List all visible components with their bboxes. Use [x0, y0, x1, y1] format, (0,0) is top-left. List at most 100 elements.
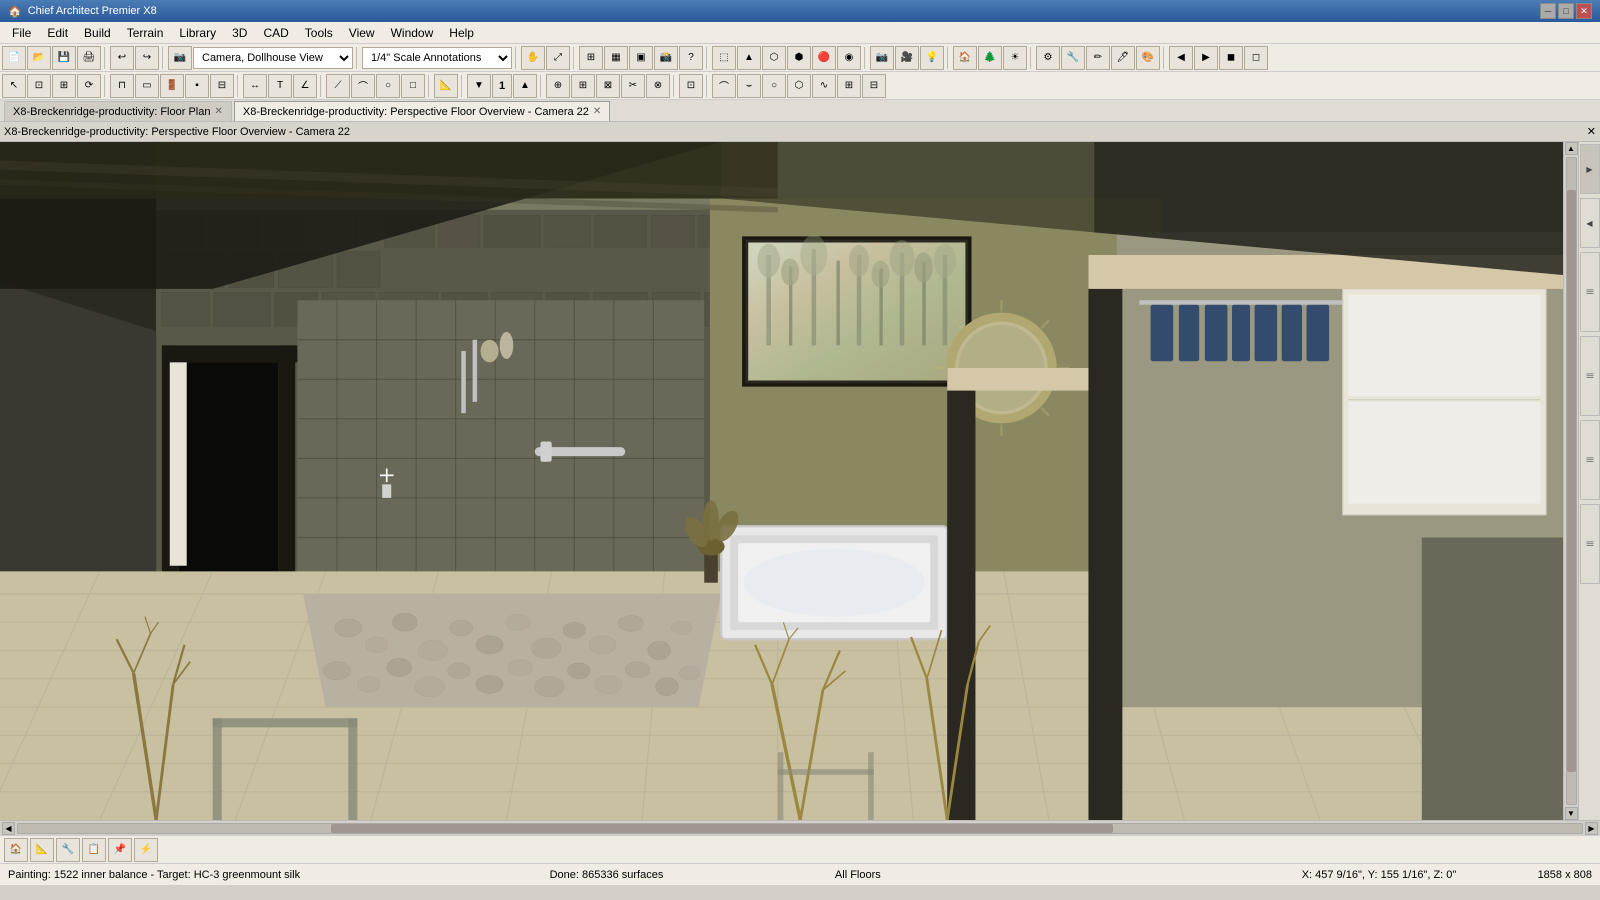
menu-library[interactable]: Library	[171, 24, 224, 42]
tool12[interactable]: ☀	[1003, 46, 1027, 70]
elev-btn[interactable]: ▦	[604, 46, 628, 70]
print-btn[interactable]: 🖨	[77, 46, 101, 70]
maximize-button[interactable]: □	[1558, 3, 1574, 19]
menu-tools[interactable]: Tools	[297, 24, 341, 42]
circle-btn[interactable]: ○	[376, 74, 400, 98]
menu-help[interactable]: Help	[441, 24, 482, 42]
3d-viewport[interactable]: ▲ ▼	[0, 142, 1578, 820]
sidebar-tab-3[interactable]: |||	[1580, 252, 1600, 332]
tool21[interactable]: ◻	[1244, 46, 1268, 70]
sidebar-tab-2[interactable]: ◀	[1580, 198, 1600, 248]
help-btn[interactable]: ?	[679, 46, 703, 70]
level-up-btn[interactable]: ▲	[513, 74, 537, 98]
bt-tool1[interactable]: 🔧	[56, 838, 80, 862]
tool3[interactable]: ⬡	[762, 46, 786, 70]
h-scroll-thumb[interactable]	[331, 824, 1113, 833]
undo-btn[interactable]: ↩	[110, 46, 134, 70]
align-btn[interactable]: ⊡	[679, 74, 703, 98]
circle2-btn[interactable]: ○	[762, 74, 786, 98]
menu-3d[interactable]: 3D	[224, 24, 255, 42]
tool8[interactable]: 🎥	[895, 46, 919, 70]
h-scroll-track[interactable]	[17, 823, 1583, 834]
grid-snap-btn[interactable]: ⊞	[571, 74, 595, 98]
poly2-btn[interactable]: ⬡	[787, 74, 811, 98]
sidebar-tab-6[interactable]: |||	[1580, 504, 1600, 584]
v-scroll-thumb[interactable]	[1567, 190, 1576, 771]
rect-btn[interactable]: □	[401, 74, 425, 98]
section-btn[interactable]: ▣	[629, 46, 653, 70]
menu-terrain[interactable]: Terrain	[119, 24, 172, 42]
component-btn[interactable]: ⊡	[27, 74, 51, 98]
elevation-btn[interactable]: 📐	[434, 74, 458, 98]
tool7[interactable]: 📷	[870, 46, 894, 70]
window-btn[interactable]: ▪	[185, 74, 209, 98]
sidebar-tab-5[interactable]: |||	[1580, 420, 1600, 500]
tool6[interactable]: ◉	[837, 46, 861, 70]
bt-tool2[interactable]: 📋	[82, 838, 106, 862]
close-shape-btn[interactable]: ⊞	[837, 74, 861, 98]
camera-dropdown[interactable]: Camera, Dollhouse View Perspective Full …	[193, 47, 353, 69]
bt-home[interactable]: 🏠	[4, 838, 28, 862]
floor-plan-btn[interactable]: ⊞	[579, 46, 603, 70]
menu-file[interactable]: File	[4, 24, 39, 42]
bt-plan[interactable]: 📐	[30, 838, 54, 862]
open-btn[interactable]: 📂	[27, 46, 51, 70]
tool17[interactable]: 🎨	[1136, 46, 1160, 70]
scale-dropdown[interactable]: 1/4" Scale Annotations 1/2" Scale Annota…	[362, 47, 512, 69]
tab-camera-22-close[interactable]: ✕	[593, 106, 601, 117]
menu-view[interactable]: View	[341, 24, 383, 42]
scroll-right-arrow[interactable]: ▶	[1585, 822, 1598, 835]
tool9[interactable]: 💡	[920, 46, 944, 70]
tool14[interactable]: 🔧	[1061, 46, 1085, 70]
minimize-button[interactable]: ─	[1540, 3, 1556, 19]
spline-btn[interactable]: ∿	[812, 74, 836, 98]
transform-btn[interactable]: ⊞	[52, 74, 76, 98]
redo-btn[interactable]: ↪	[135, 46, 159, 70]
tool16[interactable]: 🖊	[1111, 46, 1135, 70]
scroll-down-arrow[interactable]: ▼	[1565, 807, 1578, 820]
tool10[interactable]: 🏠	[953, 46, 977, 70]
door-btn[interactable]: 🚪	[160, 74, 184, 98]
menu-window[interactable]: Window	[383, 24, 442, 42]
scroll-up-arrow[interactable]: ▲	[1565, 142, 1578, 155]
bt-tool3[interactable]: 📌	[108, 838, 132, 862]
text-btn[interactable]: T	[268, 74, 292, 98]
new-btn[interactable]: 📄	[2, 46, 26, 70]
view-close-btn[interactable]: ✕	[1587, 125, 1596, 138]
pointer-btn[interactable]: ⤢	[546, 46, 570, 70]
ortho-btn[interactable]: ⊠	[596, 74, 620, 98]
rotate-btn[interactable]: ⟳	[77, 74, 101, 98]
hand-btn[interactable]: ✋	[521, 46, 545, 70]
select-btn[interactable]: ↖	[2, 74, 26, 98]
tool13[interactable]: ⚙	[1036, 46, 1060, 70]
level-down-btn[interactable]: ▼	[467, 74, 491, 98]
menu-edit[interactable]: Edit	[39, 24, 76, 42]
arc-btn[interactable]: ⌒	[351, 74, 375, 98]
snap-btn[interactable]: ⊕	[546, 74, 570, 98]
sidebar-tab-1[interactable]: ▶	[1580, 144, 1600, 194]
vertical-scrollbar[interactable]: ▲ ▼	[1563, 142, 1578, 820]
tab-floor-plan[interactable]: X8-Breckenridge-productivity: Floor Plan…	[4, 101, 232, 121]
dim-btn[interactable]: ↔	[243, 74, 267, 98]
open-shape-btn[interactable]: ⊟	[862, 74, 886, 98]
wall-btn[interactable]: ⊓	[110, 74, 134, 98]
tab-floor-plan-close[interactable]: ✕	[214, 106, 222, 117]
tool19[interactable]: ▶	[1194, 46, 1218, 70]
break-btn[interactable]: ⊗	[646, 74, 670, 98]
room-btn[interactable]: ▭	[135, 74, 159, 98]
save-btn[interactable]: 💾	[52, 46, 76, 70]
angle-btn[interactable]: ∠	[293, 74, 317, 98]
tab-camera-22[interactable]: X8-Breckenridge-productivity: Perspectiv…	[234, 101, 610, 121]
edit-btn[interactable]: ✂	[621, 74, 645, 98]
polyline-btn[interactable]: ⟋	[326, 74, 350, 98]
camera-view-btn[interactable]: 📸	[654, 46, 678, 70]
tool1[interactable]: ⬚	[712, 46, 736, 70]
menu-build[interactable]: Build	[76, 24, 119, 42]
tool18[interactable]: ◀	[1169, 46, 1193, 70]
bt-tool4[interactable]: ⚡	[134, 838, 158, 862]
curve-btn[interactable]: ⌒	[712, 74, 736, 98]
sidebar-tab-4[interactable]: |||	[1580, 336, 1600, 416]
tool20[interactable]: ◼	[1219, 46, 1243, 70]
tool5[interactable]: 🔴	[812, 46, 836, 70]
smooth-btn[interactable]: ⌣	[737, 74, 761, 98]
